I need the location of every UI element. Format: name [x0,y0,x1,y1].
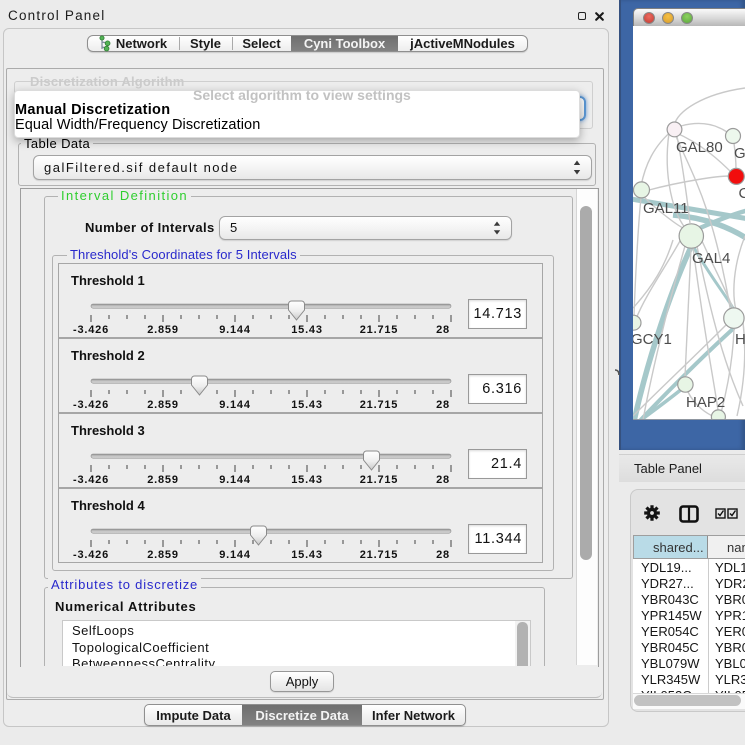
svg-text:21.715: 21.715 [360,324,398,336]
svg-text:21.715: 21.715 [360,399,398,411]
svg-text:15.43: 15.43 [291,474,323,486]
svg-text:28: 28 [436,474,450,486]
svg-text:CYC1: CYC1 [739,185,745,202]
svg-text:GAL80: GAL80 [676,139,723,156]
svg-text:HAP2: HAP2 [686,394,725,411]
svg-text:21.715: 21.715 [360,549,398,561]
svg-text:15.43: 15.43 [291,399,323,411]
svg-text:-3.426: -3.426 [73,549,109,561]
svg-text:2.859: 2.859 [147,549,179,561]
svg-text:GAL4: GAL4 [692,250,730,267]
svg-text:21.715: 21.715 [360,474,398,486]
svg-text:9.144: 9.144 [219,324,251,336]
svg-text:9.144: 9.144 [219,549,251,561]
svg-text:-3.426: -3.426 [73,399,109,411]
svg-text:2.859: 2.859 [147,474,179,486]
svg-text:28: 28 [436,324,450,336]
svg-text:-3.426: -3.426 [73,474,109,486]
svg-text:15.43: 15.43 [291,549,323,561]
svg-text:28: 28 [436,549,450,561]
svg-text:2.859: 2.859 [147,399,179,411]
svg-text:28: 28 [436,399,450,411]
svg-text:-3.426: -3.426 [73,324,109,336]
svg-text:GAL3: GAL3 [734,145,745,162]
svg-text:9.144: 9.144 [219,399,251,411]
svg-text:2.859: 2.859 [147,324,179,336]
svg-text:GAL11: GAL11 [643,200,689,217]
svg-text:HAP1: HAP1 [735,331,745,348]
svg-text:GCY1: GCY1 [633,331,672,348]
svg-text:15.43: 15.43 [291,324,323,336]
svg-text:9.144: 9.144 [219,474,251,486]
